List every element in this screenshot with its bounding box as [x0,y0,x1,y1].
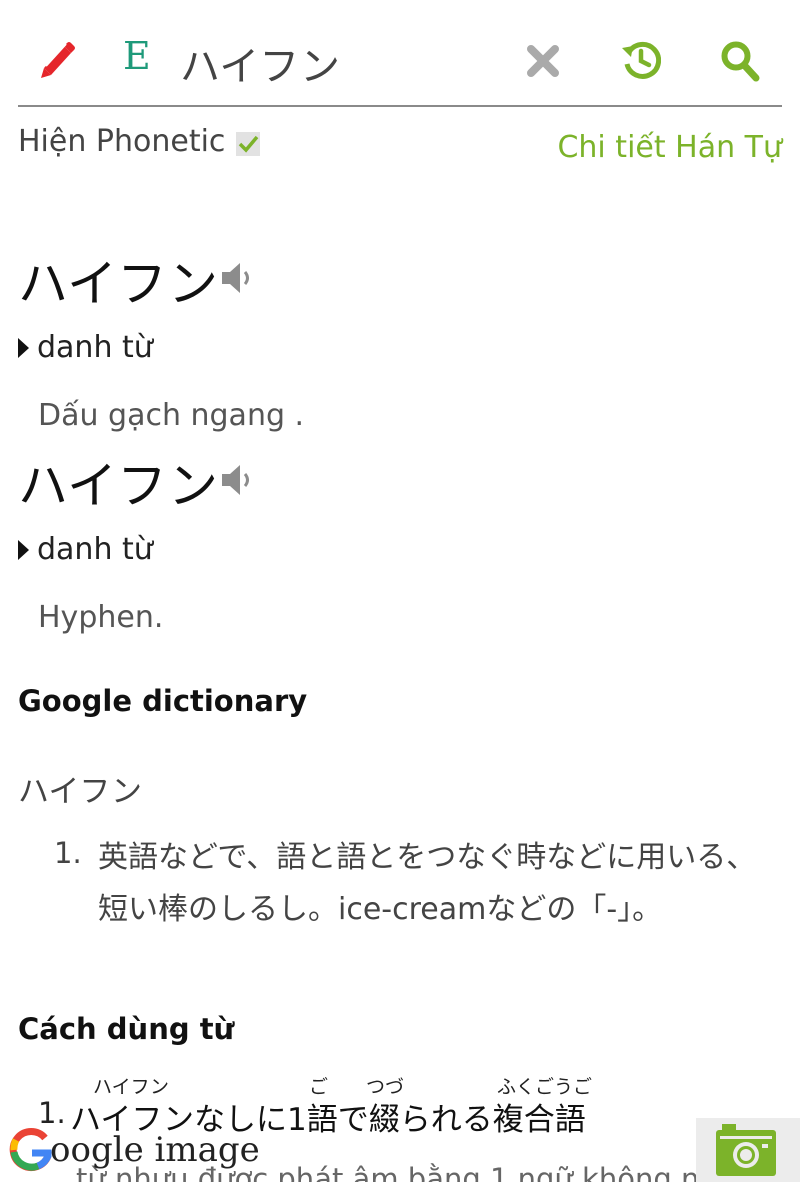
search-input[interactable]: ハイフン [180,34,340,92]
part-of-speech: danh từ [18,330,153,365]
search-icon[interactable] [720,40,760,82]
example-number: 1. [38,1096,66,1130]
entry-word: ハイフン [18,255,218,313]
definition-text: 英語などで、語と語とをつなぐ時などに用いる、 短い棒のしるし。ice-cream… [98,832,778,936]
phonetic-checkbox[interactable] [236,132,260,156]
definition-line: 短い棒のしるし。ice-creamなどの「-」。 [98,892,663,927]
search-bar: E ハイフン [18,0,782,107]
entry-meaning: Dấu gạch ngang . [38,398,305,433]
pencil-icon[interactable] [36,38,76,80]
usage-heading: Cách dùng từ [18,1012,235,1046]
google-image-button[interactable]: oogle image [8,1126,260,1174]
camera-icon [716,1124,776,1176]
history-icon[interactable] [621,40,661,80]
google-dictionary-word: ハイフン [18,774,142,810]
triangle-icon [18,337,29,358]
definition-line: 英語などで、語と語とをつなぐ時などに用いる、 [98,840,757,875]
entry-word: ハイフン [18,457,218,515]
pos-label: danh từ [37,532,153,567]
language-toggle[interactable]: E [123,34,151,78]
google-image-label: oogle image [50,1130,260,1170]
speaker-icon[interactable] [220,462,258,498]
speaker-icon[interactable] [220,260,258,296]
close-icon[interactable] [526,44,560,78]
pos-label: danh từ [37,330,153,365]
kanji-detail-link[interactable]: Chi tiết Hán Tự [557,130,782,165]
entry-meaning: Hyphen. [38,600,164,635]
triangle-icon [18,539,29,560]
part-of-speech: danh từ [18,532,153,567]
google-g-logo [9,1128,52,1172]
camera-button[interactable] [696,1118,800,1182]
google-dictionary-heading: Google dictionary [18,684,308,718]
check-icon [238,135,259,153]
definition-number: 1. [54,836,82,870]
phonetic-label: Hiện Phonetic [18,124,226,159]
